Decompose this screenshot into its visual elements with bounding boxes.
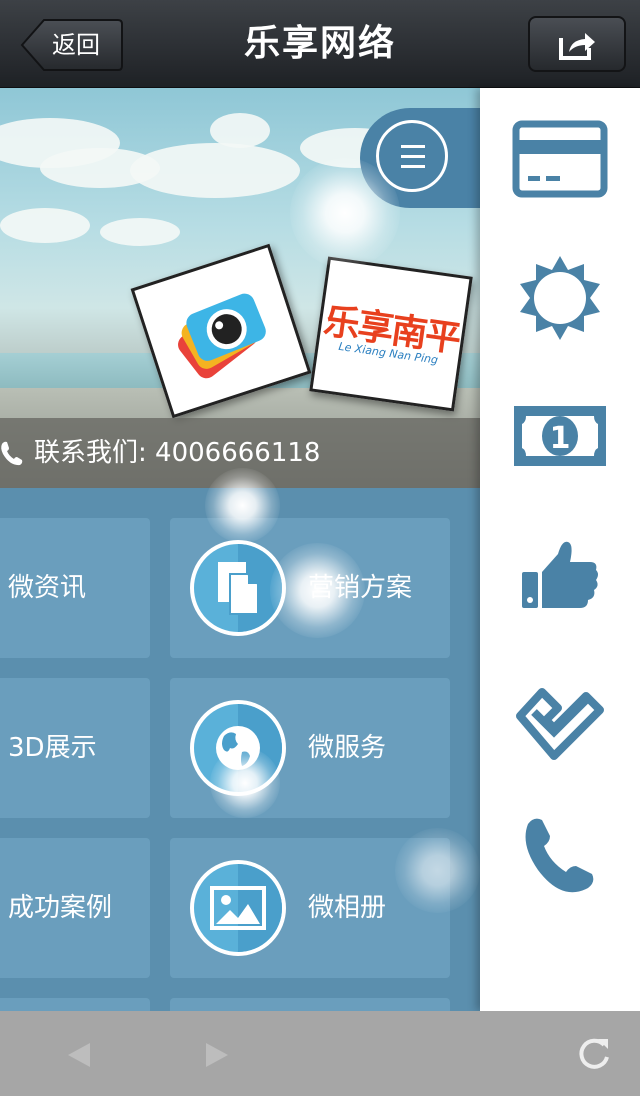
tile-marketing[interactable]: 营销方案 (170, 518, 450, 658)
tile-news[interactable]: 微资讯 (0, 518, 150, 658)
reload-icon (579, 1038, 609, 1069)
nav-bar: 返回 乐享网络 (0, 0, 640, 88)
contact-text: 联系我们: 4006666118 (34, 418, 320, 488)
banner-image: 乐享南平 Le Xiang Nan Ping 联系我们: 4006666118 (0, 88, 480, 488)
svg-text:1: 1 (550, 421, 571, 456)
browser-back-button[interactable] (56, 1031, 104, 1079)
side-menu: 1 (480, 88, 640, 1011)
lexiang-logo-photo: 乐享南平 Le Xiang Nan Ping (309, 256, 473, 412)
contact-label: 联系我们: (34, 438, 147, 468)
tile-cases[interactable]: 成功案例 (0, 838, 150, 978)
tile-album[interactable]: 微相册 (170, 838, 450, 978)
side-item-phone[interactable] (510, 812, 610, 902)
main-content: 乐享南平 Le Xiang Nan Ping 联系我们: 4006666118 … (0, 88, 480, 1011)
share-button[interactable] (528, 16, 626, 72)
contact-bar[interactable]: 联系我们: 4006666118 (0, 418, 480, 488)
browser-forward-button[interactable] (192, 1031, 240, 1079)
share-icon (559, 33, 595, 60)
side-item-card[interactable] (510, 114, 610, 204)
triangle-left-icon (68, 1043, 90, 1067)
tile-label: 3D展示 (8, 733, 97, 763)
side-item-check[interactable] (510, 672, 610, 762)
side-item-sun[interactable] (510, 254, 610, 344)
money-icon: 1 (514, 406, 606, 466)
tile-service[interactable]: 微服务 (170, 678, 450, 818)
tile-3d[interactable]: 3D展示 (0, 678, 150, 818)
side-item-money[interactable]: 1 (510, 392, 610, 482)
tile-more-1[interactable] (0, 998, 150, 1011)
phone-icon (1, 441, 23, 466)
globe-icon (190, 700, 286, 796)
side-item-like[interactable] (510, 532, 610, 622)
menu-icon (376, 120, 448, 192)
browser-toolbar (0, 1011, 640, 1096)
contact-phone: 4006666118 (155, 438, 321, 468)
check-icon (516, 688, 604, 760)
reload-button[interactable] (570, 1031, 618, 1079)
tile-label: 微服务 (308, 733, 387, 763)
phone-icon (525, 818, 594, 893)
tile-label: 微相册 (308, 893, 387, 923)
tile-label: 成功案例 (8, 893, 113, 923)
tile-more-2[interactable] (170, 998, 450, 1011)
sun-icon (520, 256, 600, 340)
triangle-right-icon (206, 1043, 228, 1067)
thumbs-up-icon (522, 541, 598, 608)
tile-label: 营销方案 (308, 573, 413, 603)
card-icon (512, 120, 608, 198)
menu-button[interactable] (360, 108, 480, 208)
picture-icon (190, 860, 286, 956)
documents-icon (190, 540, 286, 636)
tile-label: 微资讯 (8, 573, 87, 603)
